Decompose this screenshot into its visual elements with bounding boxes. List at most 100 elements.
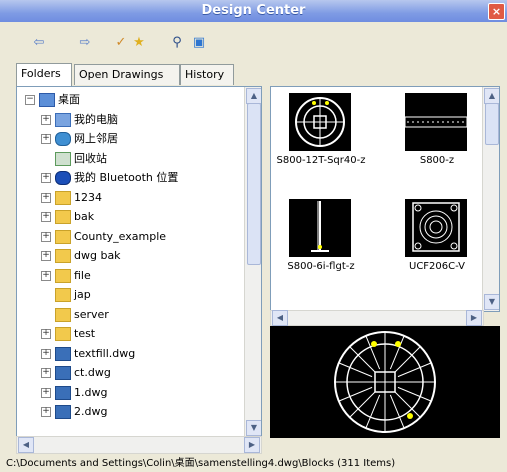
close-button[interactable]: × (488, 3, 505, 20)
block-name: S800-z (419, 155, 455, 166)
tab-open-drawings[interactable]: Open Drawings (74, 64, 180, 85)
palette-scroll-thumb[interactable] (485, 103, 499, 145)
up-icon[interactable]: ✓ (112, 34, 130, 52)
scroll-right-button[interactable]: ▶ (244, 437, 260, 453)
tree-item[interactable]: + file (17, 267, 243, 284)
tree-item-label: 网上邻居 (74, 132, 118, 145)
block-thumbnail (405, 199, 467, 257)
folder-icon (55, 249, 71, 263)
folder-icon (55, 190, 71, 205)
block-name: S800-12T-Sqr40-z (276, 155, 366, 166)
collapse-icon[interactable]: − (25, 95, 35, 105)
tree-item[interactable]: +1234 (17, 189, 243, 206)
tree-horizontal-scrollbar[interactable]: ◀ ▶ (16, 436, 262, 454)
palette-horizontal-scrollbar[interactable]: ◀ ▶ (270, 310, 484, 326)
tree-item[interactable]: + 我的 Bluetooth 位置 (17, 169, 243, 186)
tree-item-label: dwg bak (74, 249, 121, 262)
expand-icon[interactable]: + (41, 368, 51, 378)
palette-vertical-scrollbar[interactable]: ▲ ▼ (482, 87, 499, 311)
tree-item-label: bak (74, 210, 95, 223)
search-icon[interactable]: ⚲ (168, 34, 186, 52)
tree-item[interactable]: +2.dwg (17, 403, 243, 420)
scroll-left-button[interactable]: ◀ (272, 310, 288, 326)
block-name: S800-6i-flgt-z (287, 261, 355, 272)
block-name: UCF206C-V (409, 261, 465, 272)
tree-item[interactable]: +1.dwg (17, 384, 243, 401)
scroll-down-button[interactable]: ▼ (484, 294, 499, 310)
expand-icon[interactable]: + (41, 173, 51, 183)
tree-item-label: 我的 Bluetooth 位置 (74, 171, 179, 184)
tree-item-label: 我的电脑 (74, 112, 118, 126)
expand-icon[interactable]: + (41, 192, 51, 203)
tab-folders[interactable]: Folders (16, 63, 72, 86)
expand-icon[interactable]: + (41, 134, 51, 144)
favorites-icon[interactable]: ★ (130, 34, 148, 52)
tree-item-label: textfill.dwg (74, 346, 136, 360)
block-thumbnail (289, 199, 351, 257)
status-bar: C:\Documents and Settings\Colin\桌面\samen… (6, 458, 396, 469)
network-icon (55, 132, 71, 146)
expand-icon[interactable]: + (41, 231, 51, 242)
folder-icon (55, 210, 71, 224)
toolbar: ⇦ ⇨ ✓ ★ ⚲ ▣ (0, 22, 507, 62)
expand-icon[interactable]: + (41, 329, 51, 339)
tree-item-label: 1.dwg (74, 385, 108, 399)
folder-tree[interactable]: − 桌面 + 我的电脑 + 网上邻居 回收站 + 我的 Bluetooth 位置 +1234 + ba… (16, 86, 262, 438)
dwg-file-icon (55, 366, 71, 380)
scroll-right-button[interactable]: ▶ (466, 310, 482, 326)
tree-vertical-scrollbar[interactable]: ▲ ▼ (244, 87, 261, 437)
tree-scroll-thumb[interactable] (247, 103, 261, 265)
tree-item-label: 1234 (74, 190, 102, 204)
expand-icon[interactable]: + (41, 387, 51, 398)
expand-icon[interactable]: + (41, 348, 51, 359)
scroll-left-button[interactable]: ◀ (18, 437, 34, 453)
block-item[interactable]: S800-6i-flgt-z (271, 199, 371, 289)
tree-item[interactable]: + test (17, 325, 243, 342)
tree-item-label: 回收站 (74, 151, 107, 165)
tree-item-label: County_example (74, 229, 167, 243)
expand-icon[interactable]: + (41, 114, 51, 125)
forward-icon[interactable]: ⇨ (76, 34, 94, 52)
tree-item[interactable]: 回收站 (17, 150, 243, 167)
block-thumbnail (404, 93, 468, 151)
scroll-up-button[interactable]: ▲ (246, 88, 261, 104)
tree-item[interactable]: + County_example (17, 228, 243, 245)
block-item[interactable]: S800-12T-Sqr40-z (271, 93, 371, 183)
block-thumbnail (289, 93, 351, 151)
dwg-file-icon (55, 385, 71, 400)
tree-item[interactable]: + ct.dwg (17, 364, 243, 381)
block-item[interactable]: S800-z (387, 93, 487, 183)
tree-item-label: file (74, 268, 91, 282)
tree-item[interactable]: + 网上邻居 (17, 130, 243, 147)
tree-item[interactable]: + 我的电脑 (17, 111, 243, 128)
scroll-down-button[interactable]: ▼ (246, 420, 261, 436)
design-center-window: Design Center × ⇦ ⇨ ✓ ★ ⚲ ▣ Folders Open… (0, 0, 507, 472)
tree-item[interactable]: + textfill.dwg (17, 345, 243, 362)
tree-item-label: 桌面 (58, 93, 80, 106)
tab-history[interactable]: History (180, 64, 234, 85)
folder-icon (55, 327, 71, 341)
folder-icon (55, 229, 71, 244)
view-icon[interactable]: ▣ (190, 34, 208, 52)
folder-icon (55, 268, 71, 283)
expand-icon[interactable]: + (41, 270, 51, 281)
dwg-file-icon (55, 405, 71, 419)
scroll-up-button[interactable]: ▲ (484, 88, 499, 104)
window-title: Design Center (201, 3, 306, 18)
desktop-icon (39, 93, 55, 107)
block-item[interactable]: UCF206C-V (387, 199, 487, 289)
folder-icon (55, 288, 71, 302)
tree-item[interactable]: − 桌面 (17, 91, 243, 108)
dwg-file-icon (55, 346, 71, 361)
bluetooth-icon (55, 171, 71, 185)
expand-icon[interactable]: + (41, 407, 51, 417)
expand-icon[interactable]: + (41, 212, 51, 222)
tree-item[interactable]: + dwg bak (17, 247, 243, 264)
block-palette[interactable]: S800-12T-Sqr40-z S800-z S800-6i-flgt-z U… (270, 86, 500, 312)
tree-item[interactable]: + bak (17, 208, 243, 225)
tree-item[interactable]: server (17, 306, 243, 323)
back-icon[interactable]: ⇦ (30, 34, 48, 52)
title-bar: Design Center × (0, 0, 507, 22)
tree-item[interactable]: jap (17, 286, 243, 303)
expand-icon[interactable]: + (41, 251, 51, 261)
